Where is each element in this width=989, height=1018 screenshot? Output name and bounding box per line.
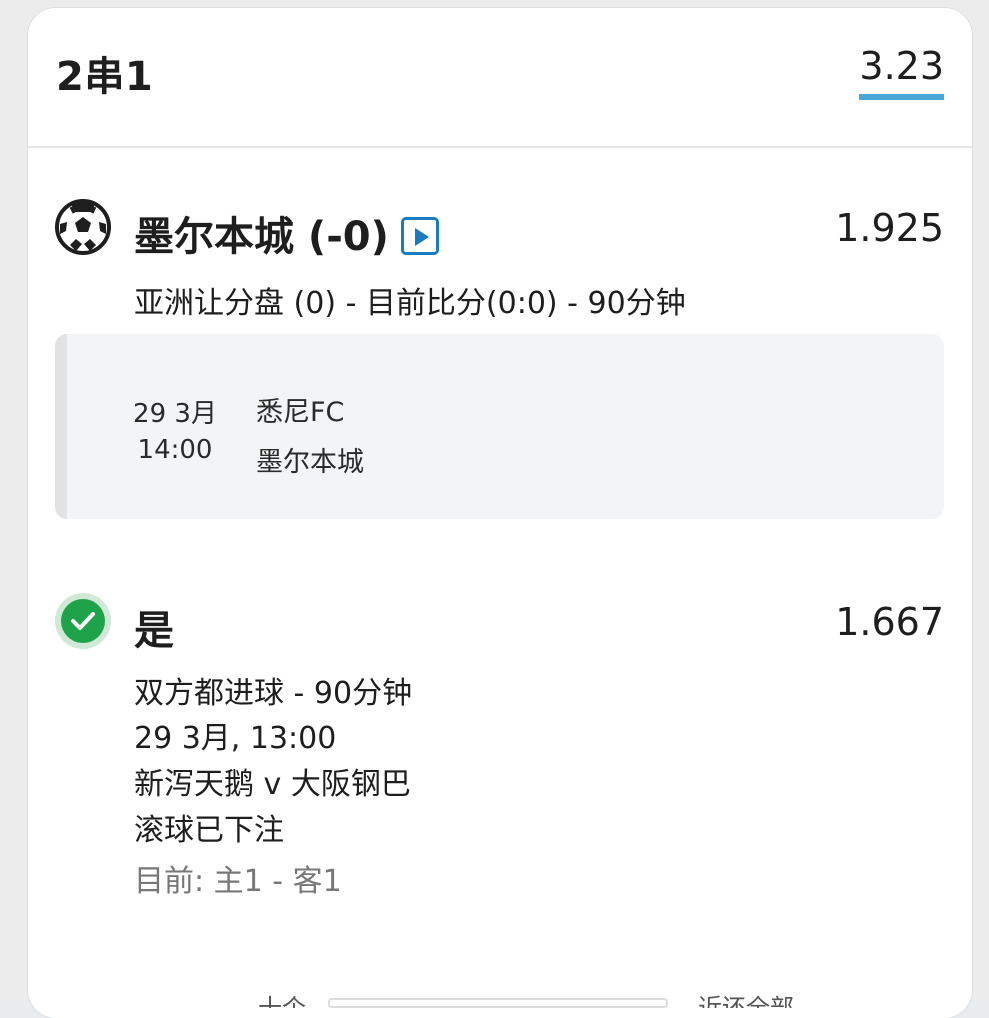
selection-2-current-score: 目前: 主1 - 客1 bbox=[134, 864, 342, 899]
footer-peek: 十个 近还全部 bbox=[258, 992, 858, 1008]
bet-type-label: 2串1 bbox=[56, 54, 154, 100]
soccer-ball-icon bbox=[55, 199, 111, 255]
selection-1-name: 墨尔本城 (-0) bbox=[134, 204, 439, 262]
selection-2-match[interactable]: 新泻天鹅 v 大阪钢巴 bbox=[134, 759, 411, 803]
check-circle-icon bbox=[55, 593, 111, 649]
event-time: 14:00 bbox=[137, 435, 213, 465]
footer-left-text: 十个 bbox=[258, 994, 306, 1008]
selection-1-odds: 1.925 bbox=[835, 206, 944, 250]
bet-slip-card: 2串1 3.23 墨尔本城 (-0) 1.925 亚洲让分盘 (0) - 目前比… bbox=[28, 8, 972, 1018]
selection-2-datetime: 29 3月, 13:00 bbox=[134, 721, 337, 756]
selection-2-name: 是 bbox=[134, 608, 174, 654]
event-date: 29 3月 bbox=[133, 399, 217, 429]
live-stream-icon[interactable] bbox=[400, 217, 439, 255]
selection-2-odds: 1.667 bbox=[835, 600, 944, 644]
selection-2-market: 双方都进球 - 90分钟 bbox=[134, 676, 413, 711]
event-info-box[interactable]: 29 3月 14:00 悉尼FC 墨尔本城 bbox=[55, 334, 944, 519]
event-team-home: 悉尼FC bbox=[256, 397, 345, 428]
footer-right-text[interactable]: 近还全部 bbox=[698, 992, 794, 1008]
selection-1-market: 亚洲让分盘 (0) - 目前比分(0:0) - 90分钟 bbox=[134, 286, 686, 321]
screen: 2串1 3.23 墨尔本城 (-0) 1.925 亚洲让分盘 (0) - 目前比… bbox=[0, 0, 989, 1018]
selection-2-live-status: 滚球已下注 bbox=[134, 813, 284, 848]
event-team-away: 墨尔本城 bbox=[256, 447, 364, 478]
bet-slip-header: 2串1 3.23 bbox=[28, 8, 972, 148]
selection-1-name-text: 墨尔本城 (-0) bbox=[134, 214, 389, 260]
event-datetime: 29 3月 14:00 bbox=[115, 396, 235, 468]
total-odds[interactable]: 3.23 bbox=[859, 44, 944, 100]
